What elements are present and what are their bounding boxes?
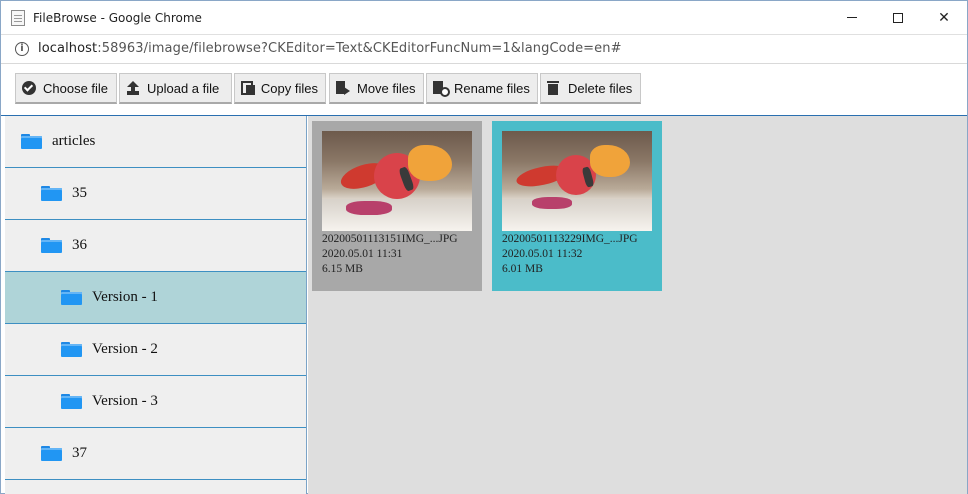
rename-files-button[interactable]: Rename files bbox=[426, 73, 538, 104]
folder-icon bbox=[41, 186, 62, 201]
trash-icon bbox=[547, 81, 561, 95]
file-toolbar: Choose file Upload a file Copy files Mov… bbox=[1, 63, 967, 115]
tree-item-label: Version - 1 bbox=[92, 289, 158, 305]
maximize-icon bbox=[893, 12, 903, 23]
tree-item-label: 37 bbox=[72, 445, 87, 461]
upload-icon bbox=[126, 81, 140, 95]
file-size: 6.15 MB bbox=[322, 263, 363, 275]
file-date: 2020.05.01 11:31 bbox=[322, 248, 403, 260]
folder-icon bbox=[41, 446, 62, 461]
copy-icon bbox=[241, 81, 255, 95]
image-thumbnail bbox=[502, 131, 652, 231]
address-bar: i localhost:58963/image/filebrowse?CKEdi… bbox=[1, 34, 967, 62]
info-icon[interactable]: i bbox=[15, 41, 29, 56]
upload-file-button[interactable]: Upload a file bbox=[119, 73, 232, 104]
minimize-button[interactable] bbox=[829, 1, 875, 34]
folder-icon bbox=[21, 134, 42, 149]
folder-icon bbox=[61, 342, 82, 357]
move-icon bbox=[336, 81, 350, 95]
choose-file-label: Choose file bbox=[43, 80, 109, 96]
close-icon: ✕ bbox=[938, 9, 950, 26]
tree-item-label: 35 bbox=[72, 185, 87, 201]
title-bar: FileBrowse - Google Chrome ✕ bbox=[1, 1, 967, 34]
file-card[interactable]: 20200501113151IMG_...JPG 2020.05.01 11:3… bbox=[312, 121, 482, 291]
copy-files-label: Copy files bbox=[260, 80, 318, 96]
upload-file-label: Upload a file bbox=[147, 80, 220, 96]
delete-files-button[interactable]: Delete files bbox=[540, 73, 641, 104]
tree-item-version-2[interactable]: Version - 2 bbox=[5, 324, 306, 376]
url-path: :58963/image/filebrowse?CKEditor=Text&CK… bbox=[97, 41, 622, 56]
folder-icon bbox=[61, 394, 82, 409]
file-date: 2020.05.01 11:32 bbox=[502, 248, 583, 260]
tree-item-37[interactable]: 37 bbox=[5, 428, 306, 480]
file-meta: 20200501113229IMG_...JPG 2020.05.01 11:3… bbox=[502, 232, 652, 277]
browser-window: FileBrowse - Google Chrome ✕ i localhost… bbox=[0, 0, 968, 494]
tree-item-version-1[interactable]: Version - 1 bbox=[5, 272, 306, 324]
file-size: 6.01 MB bbox=[502, 263, 543, 275]
maximize-button[interactable] bbox=[875, 1, 921, 34]
folder-icon bbox=[61, 290, 82, 305]
check-circle-icon bbox=[22, 81, 36, 95]
choose-file-button[interactable]: Choose file bbox=[15, 73, 117, 104]
close-button[interactable]: ✕ bbox=[921, 1, 967, 34]
move-files-button[interactable]: Move files bbox=[329, 73, 424, 104]
window-title: FileBrowse - Google Chrome bbox=[33, 10, 202, 25]
url-field[interactable]: localhost:58963/image/filebrowse?CKEdito… bbox=[38, 41, 622, 56]
tree-item-36[interactable]: 36 bbox=[5, 220, 306, 272]
tree-item-version-3[interactable]: Version - 3 bbox=[5, 376, 306, 428]
tree-item-articles[interactable]: articles bbox=[5, 116, 306, 168]
page-icon bbox=[11, 9, 25, 26]
window-controls: ✕ bbox=[829, 1, 967, 34]
move-files-label: Move files bbox=[357, 80, 416, 96]
file-grid: 20200501113151IMG_...JPG 2020.05.01 11:3… bbox=[308, 116, 967, 494]
image-thumbnail bbox=[322, 131, 472, 231]
delete-files-label: Delete files bbox=[568, 80, 633, 96]
file-name: 20200501113229IMG_...JPG bbox=[502, 233, 638, 245]
rename-files-label: Rename files bbox=[454, 80, 530, 96]
file-name: 20200501113151IMG_...JPG bbox=[322, 233, 458, 245]
browser-main: articles 35 36 Version - 1 Version - 2 V… bbox=[1, 115, 967, 494]
tree-item-35[interactable]: 35 bbox=[5, 168, 306, 220]
file-card-selected[interactable]: 20200501113229IMG_...JPG 2020.05.01 11:3… bbox=[492, 121, 662, 291]
minimize-icon bbox=[847, 17, 857, 18]
url-host: localhost bbox=[38, 41, 98, 56]
tree-item-label: Version - 3 bbox=[92, 393, 158, 409]
tree-item-label: 36 bbox=[72, 237, 87, 253]
copy-files-button[interactable]: Copy files bbox=[234, 73, 326, 104]
rename-icon bbox=[433, 81, 450, 97]
folder-icon bbox=[41, 238, 62, 253]
folder-tree: articles 35 36 Version - 1 Version - 2 V… bbox=[5, 116, 307, 494]
file-meta: 20200501113151IMG_...JPG 2020.05.01 11:3… bbox=[322, 232, 472, 277]
tree-item-label: articles bbox=[52, 133, 96, 149]
tree-item-label: Version - 2 bbox=[92, 341, 158, 357]
